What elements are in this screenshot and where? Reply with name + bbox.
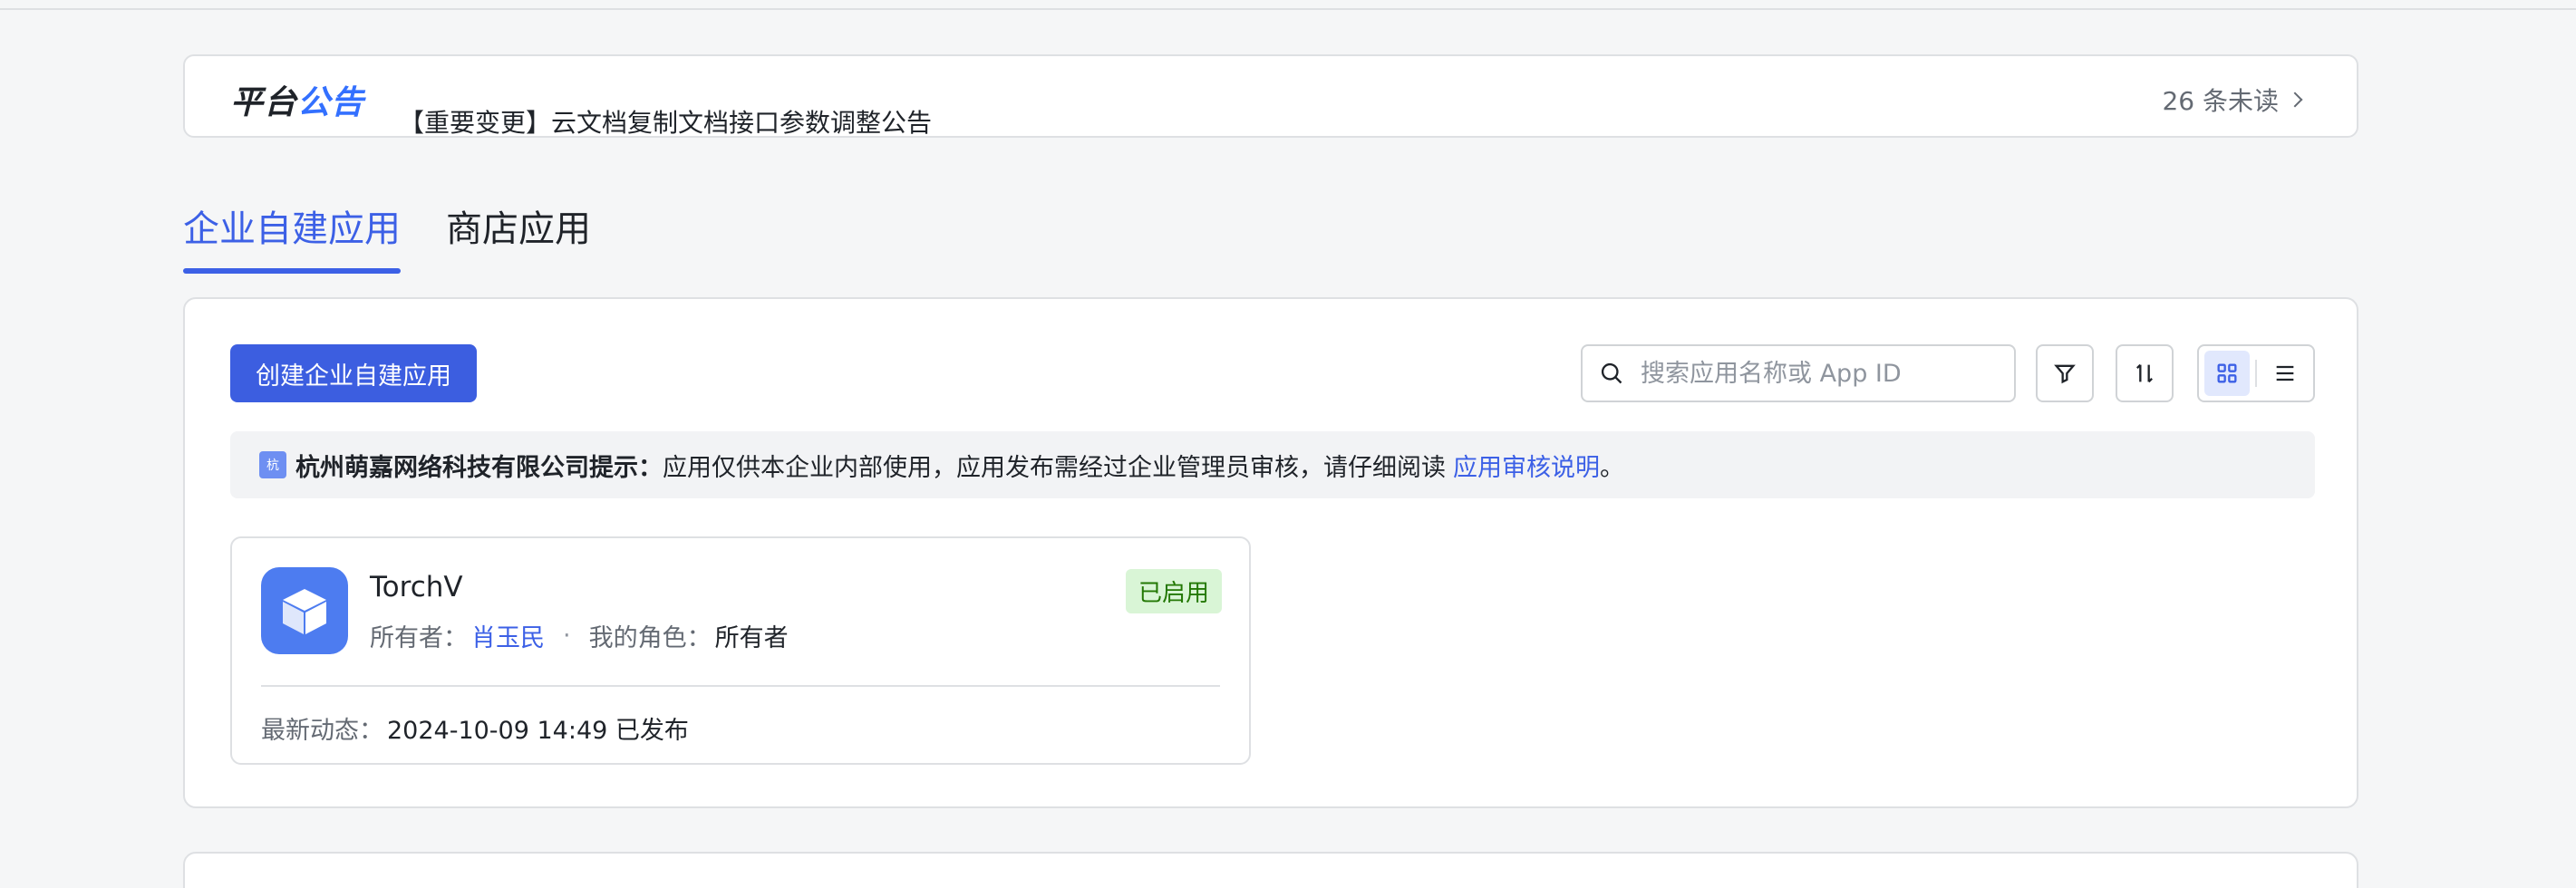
view-toggle [2197, 344, 2315, 402]
announcement-logo: 平台公告 [230, 83, 365, 121]
review-guide-link[interactable]: 应用审核说明 [1453, 448, 1600, 483]
activity-label: 最新动态： [261, 717, 383, 745]
search-box[interactable] [1581, 344, 2016, 402]
app-list-panel: 创建企业自建应用 杭 杭州萌嘉网络科技有限公司提示 [183, 297, 2358, 808]
announcement-bar[interactable]: 平台公告 【重要变更】云文档复制文档接口参数调整公告 26 条未读 [183, 54, 2358, 138]
list-view-button[interactable] [2262, 351, 2308, 396]
app-logo [261, 567, 348, 654]
search-icon [1601, 362, 1622, 384]
status-badge: 已启用 [1125, 569, 1222, 613]
role-label: 我的角色： [588, 624, 712, 652]
view-separator [2255, 360, 2257, 387]
company-icon: 杭 [259, 451, 286, 478]
app-tabs: 企业自建应用 商店应用 [183, 199, 636, 274]
meta-separator: · [563, 622, 571, 650]
list-icon [2276, 365, 2294, 381]
unread-count-label: 26 条未读 [2162, 86, 2279, 116]
filter-icon [2054, 364, 2076, 384]
notice-bar: 杭 杭州萌嘉网络科技有限公司提示： 应用仅供本企业内部使用，应用发布需经过企业管… [230, 431, 2315, 498]
sort-button[interactable] [2116, 344, 2174, 402]
owner-link[interactable]: 肖玉民 [471, 618, 545, 653]
announcement-title[interactable]: 【重要变更】云文档复制文档接口参数调整公告 [399, 103, 932, 140]
search-input[interactable] [1641, 359, 2003, 388]
filter-button[interactable] [2036, 344, 2094, 402]
notice-company: 杭州萌嘉网络科技有限公司提示： [295, 453, 663, 482]
tab-store-apps[interactable]: 商店应用 [446, 199, 591, 270]
bottom-panel [183, 852, 2358, 888]
chevron-right-icon [2287, 92, 2303, 108]
grid-view-button[interactable] [2204, 351, 2251, 396]
top-divider [0, 8, 2576, 10]
grid-icon [2217, 363, 2237, 383]
app-meta: 所有者： 肖玉民 · 我的角色： 所有者 [370, 618, 789, 653]
app-activity: 最新动态： 2024-10-09 14:49 已发布 [261, 710, 689, 746]
unread-count-link[interactable]: 26 条未读 [2162, 82, 2303, 118]
cube-icon [283, 589, 326, 634]
sort-icon [2136, 363, 2153, 383]
create-app-button[interactable]: 创建企业自建应用 [230, 344, 477, 402]
owner-label: 所有者： [370, 624, 468, 652]
app-card[interactable]: TorchV 所有者： 肖玉民 · 我的角色： 所有者 已启用 最新动态： 202… [230, 536, 1251, 765]
card-divider [261, 685, 1220, 687]
tab-custom-apps[interactable]: 企业自建应用 [183, 199, 401, 274]
role-value: 所有者 [714, 624, 789, 652]
app-name: TorchV [370, 571, 463, 603]
activity-value: 2024-10-09 14:49 已发布 [387, 717, 689, 745]
notice-text: 应用仅供本企业内部使用，应用发布需经过企业管理员审核，请仔细阅读 [663, 453, 1446, 482]
notice-end: 。 [1600, 453, 1624, 482]
